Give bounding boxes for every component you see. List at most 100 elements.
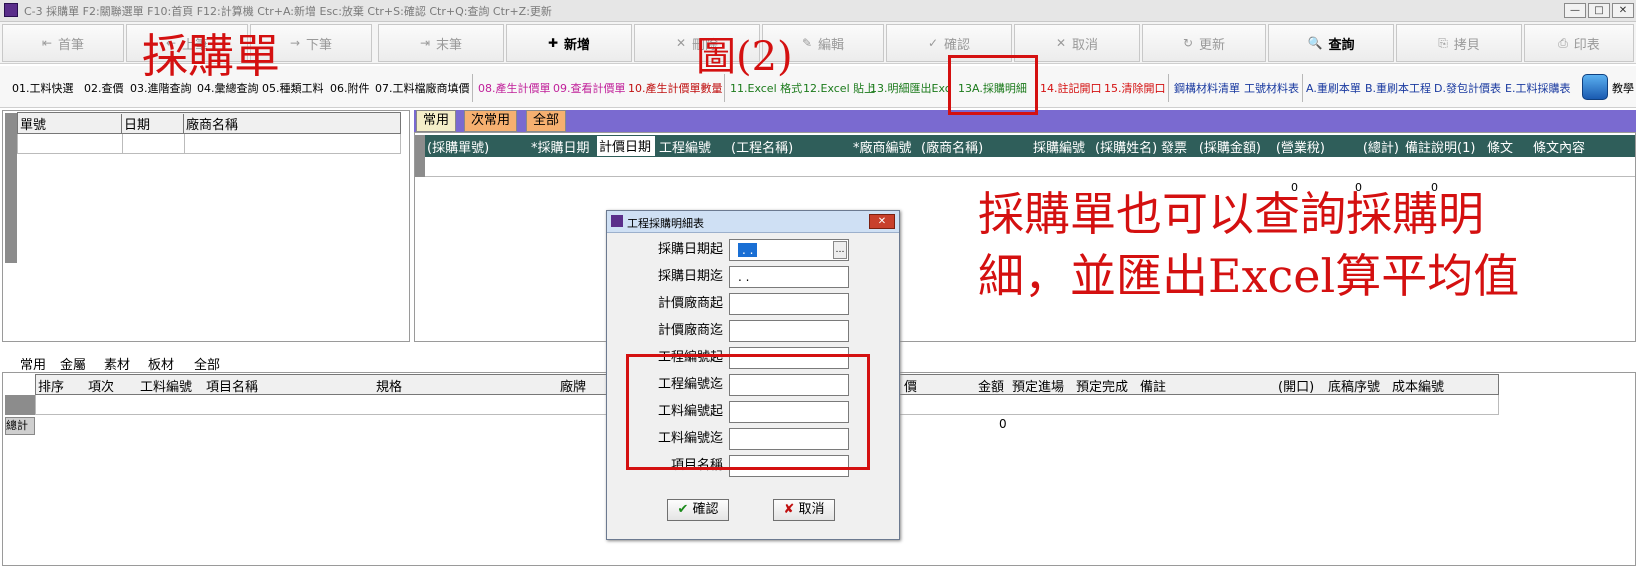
col-purchaser-name[interactable]: (採購姓名) bbox=[1093, 137, 1157, 156]
func-mark-opening[interactable]: 14.註記開口 bbox=[1040, 80, 1102, 96]
col-cost-no[interactable]: 成本編號 bbox=[1390, 376, 1490, 395]
col-invoice[interactable]: 發票 bbox=[1159, 137, 1191, 156]
annotation-line-1: 採購單也可以查詢採購明 bbox=[978, 187, 1484, 241]
refresh-button[interactable]: ↻ 更新 bbox=[1142, 24, 1266, 62]
func-export-excel[interactable]: 13.明細匯出Excel bbox=[870, 80, 948, 96]
col-note[interactable]: 備註 bbox=[1138, 376, 1268, 395]
top-grid-header: (採購單號) *採購日期 計價日期 工程編號 (工程名稱) *廠商編號 (廠商名… bbox=[425, 135, 1635, 157]
col-item-no[interactable]: 項次 bbox=[86, 376, 136, 395]
col-project-name[interactable]: (工程名稱) bbox=[729, 137, 849, 156]
tab-all[interactable]: 全部 bbox=[526, 110, 567, 132]
plus-icon: ✚ bbox=[547, 36, 559, 50]
check-icon: ✔ bbox=[677, 502, 689, 517]
maximize-button[interactable]: □ bbox=[1588, 3, 1610, 18]
total-label: 總計 bbox=[5, 417, 35, 435]
minimize-button[interactable]: — bbox=[1564, 3, 1586, 18]
col-remark[interactable]: 備註說明(1) bbox=[1403, 137, 1483, 156]
vendor-to-input[interactable] bbox=[729, 320, 849, 342]
tab-raw-material[interactable]: 素材 bbox=[104, 354, 130, 373]
func-steel-list[interactable]: 鋼構材料清單 bbox=[1174, 80, 1240, 96]
func-clear-opening[interactable]: 15.清除開口 bbox=[1104, 80, 1166, 96]
col-sort[interactable]: 排序 bbox=[36, 376, 84, 395]
pencil-icon: ✎ bbox=[801, 36, 813, 50]
purchase-date-from-input[interactable]: . . bbox=[729, 239, 849, 261]
query-button[interactable]: 🔍 查詢 bbox=[1268, 24, 1394, 62]
func-generate-valuation[interactable]: 08.產生計價單 bbox=[478, 80, 551, 96]
col-vendor-name[interactable]: (廠商名稱) bbox=[919, 137, 1029, 156]
col-purchase-amount[interactable]: (採購金額) bbox=[1193, 137, 1263, 156]
func-view-valuation[interactable]: 09.查看計價單 bbox=[553, 80, 626, 96]
func-vendor-price[interactable]: 07.工料檔廠商填價 bbox=[375, 80, 470, 96]
purchase-date-to-input[interactable]: . . bbox=[729, 266, 849, 288]
bottom-tab-strip: 常用 金屬 素材 板材 全部 bbox=[14, 352, 264, 373]
func-excel-paste[interactable]: 12.Excel 貼上 bbox=[803, 80, 875, 96]
vendor-from-input[interactable] bbox=[729, 293, 849, 315]
dialog-close-icon[interactable]: ✕ bbox=[869, 214, 895, 229]
func-quick-select[interactable]: 01.工料快選 bbox=[12, 80, 74, 96]
col-spec[interactable]: 規格 bbox=[374, 376, 544, 395]
x-icon: ✘ bbox=[783, 502, 795, 517]
tab-second-common[interactable]: 次常用 bbox=[464, 110, 518, 132]
col-item-name[interactable]: 項目名稱 bbox=[204, 376, 372, 395]
tab-metal[interactable]: 金屬 bbox=[60, 354, 86, 373]
col-order-no[interactable]: 單號 bbox=[18, 114, 122, 134]
tab-common[interactable]: 常用 bbox=[416, 110, 457, 132]
left-grid-header: 單號 日期 廠商名稱 bbox=[17, 112, 401, 134]
dialog-cancel-button[interactable]: ✘ 取消 bbox=[773, 499, 835, 521]
col-date[interactable]: 日期 bbox=[122, 114, 184, 134]
app-icon bbox=[4, 3, 18, 17]
col-planned-entry[interactable]: 預定進場 bbox=[1010, 376, 1072, 395]
col-brand[interactable]: 廠牌 bbox=[558, 376, 608, 395]
col-purchase-no[interactable]: (採購單號) bbox=[425, 137, 527, 156]
date-picker-button[interactable]: … bbox=[833, 241, 847, 259]
col-amount[interactable]: 金額 bbox=[924, 376, 1006, 395]
col-price[interactable]: 價 bbox=[902, 376, 922, 395]
col-purchase-date[interactable]: *採購日期 bbox=[529, 137, 595, 156]
last-icon: ⇥ bbox=[419, 36, 431, 50]
col-vendor-no[interactable]: *廠商編號 bbox=[851, 137, 917, 156]
func-price-check[interactable]: 02.查價 bbox=[84, 80, 124, 96]
printer-icon: ⎙ bbox=[1558, 35, 1568, 50]
row-indicator bbox=[415, 135, 425, 177]
tab-bottom-all[interactable]: 全部 bbox=[194, 354, 220, 373]
tab-bottom-common[interactable]: 常用 bbox=[20, 354, 46, 373]
func-divider bbox=[1302, 74, 1303, 102]
func-excel-format[interactable]: 11.Excel 格式 bbox=[730, 80, 802, 96]
row-indicator bbox=[5, 395, 35, 415]
col-valuation-date[interactable]: 計價日期 bbox=[597, 136, 655, 156]
func-valuation-qty[interactable]: 10.產生計價單數量 bbox=[628, 80, 723, 96]
table-row[interactable] bbox=[17, 134, 401, 154]
copy-button[interactable]: ⎘ 拷貝 bbox=[1396, 24, 1522, 62]
col-opening[interactable]: (開口) bbox=[1276, 376, 1324, 395]
col-material-no[interactable]: 工料編號 bbox=[138, 376, 202, 395]
func-contract-valuation[interactable]: D.發包計價表 bbox=[1434, 80, 1501, 96]
col-purchaser-no[interactable]: 採購編號 bbox=[1031, 137, 1091, 156]
col-clause-content[interactable]: 條文內容 bbox=[1531, 137, 1635, 156]
add-button[interactable]: ✚ 新增 bbox=[506, 24, 632, 62]
col-draft-seq[interactable]: 底稿序號 bbox=[1326, 376, 1388, 395]
close-button[interactable]: ✕ bbox=[1612, 3, 1634, 18]
func-teach[interactable]: 教學 bbox=[1612, 80, 1634, 96]
teach-cube-icon[interactable] bbox=[1582, 74, 1608, 100]
dialog-ok-button[interactable]: ✔ 確認 bbox=[667, 499, 729, 521]
col-clause[interactable]: 條文 bbox=[1485, 137, 1529, 156]
func-reprint-this[interactable]: A.重刷本單 bbox=[1306, 80, 1361, 96]
col-total[interactable]: (總計) bbox=[1329, 137, 1401, 156]
col-vendor-name[interactable]: 廠商名稱 bbox=[184, 114, 394, 134]
last-record-button[interactable]: ⇥ 末筆 bbox=[378, 24, 504, 62]
highlight-number-range bbox=[626, 354, 870, 470]
col-sales-tax[interactable]: (營業稅) bbox=[1265, 137, 1327, 156]
delete-icon: ✕ bbox=[675, 36, 687, 50]
table-row[interactable] bbox=[425, 157, 1635, 177]
func-attachment[interactable]: 06.附件 bbox=[330, 80, 370, 96]
next-icon: → bbox=[289, 36, 301, 50]
tab-sheet-material[interactable]: 板材 bbox=[148, 354, 174, 373]
func-reprint-project[interactable]: B.重刷本工程 bbox=[1365, 80, 1431, 96]
col-planned-finish[interactable]: 預定完成 bbox=[1074, 376, 1136, 395]
annotation-line-2: 細，並匯出Excel算平均值 bbox=[978, 249, 1520, 303]
func-work-material[interactable]: 工號材料表 bbox=[1244, 80, 1299, 96]
col-project-no[interactable]: 工程編號 bbox=[657, 137, 727, 156]
first-record-button[interactable]: ⇤ 首筆 bbox=[2, 24, 124, 62]
print-button[interactable]: ⎙ 印表 bbox=[1524, 24, 1634, 62]
func-material-purchase[interactable]: E.工料採購表 bbox=[1505, 80, 1570, 96]
